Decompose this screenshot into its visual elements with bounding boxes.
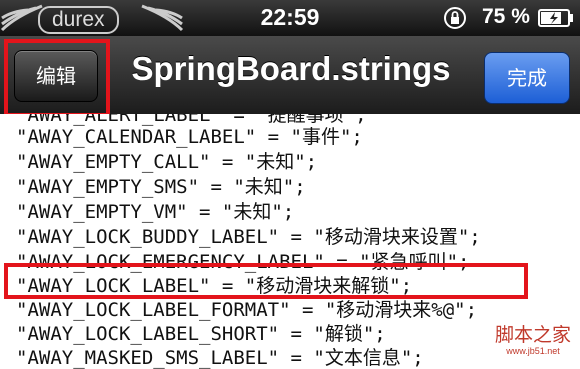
code-line: "AWAY_LOCK_LABEL_FORMAT" = "移动滑块来%@"; [16, 299, 478, 321]
battery-percent: 75 % [482, 5, 530, 28]
rotation-lock-icon [444, 7, 466, 29]
code-line: "AWAY_ALERT_LABEL" = "提醒事项"; [16, 114, 367, 126]
battery-icon [538, 9, 573, 27]
watermark-url: www.jb51.net [506, 346, 560, 356]
lock-label-line-highlight [4, 263, 528, 299]
status-bar: durex 22:59 75 % [0, 0, 580, 36]
watermark-main: 脚本之家 [494, 324, 571, 346]
watermark: 脚本之家 www.jb51.net [488, 324, 578, 356]
code-line: "AWAY_LOCK_LABEL_SHORT" = "解锁"; [16, 323, 386, 345]
edit-button-highlight [4, 39, 110, 117]
code-line: "AWAY_MASKED_SMS_LABEL" = "文本信息"; [16, 347, 424, 369]
code-line: "AWAY_EMPTY_SMS" = "未知"; [16, 176, 306, 198]
code-line: "AWAY_LOCK_BUDDY_LABEL" = "移动滑块来设置"; [16, 226, 481, 248]
code-line: "AWAY_EMPTY_VM" = "未知"; [16, 201, 295, 223]
page-title: SpringBoard.strings [131, 50, 451, 87]
done-button[interactable]: 完成 [484, 52, 570, 104]
code-line: "AWAY_CALENDAR_LABEL" = "事件"; [16, 126, 363, 148]
code-line: "AWAY_EMPTY_CALL" = "未知"; [16, 151, 318, 173]
